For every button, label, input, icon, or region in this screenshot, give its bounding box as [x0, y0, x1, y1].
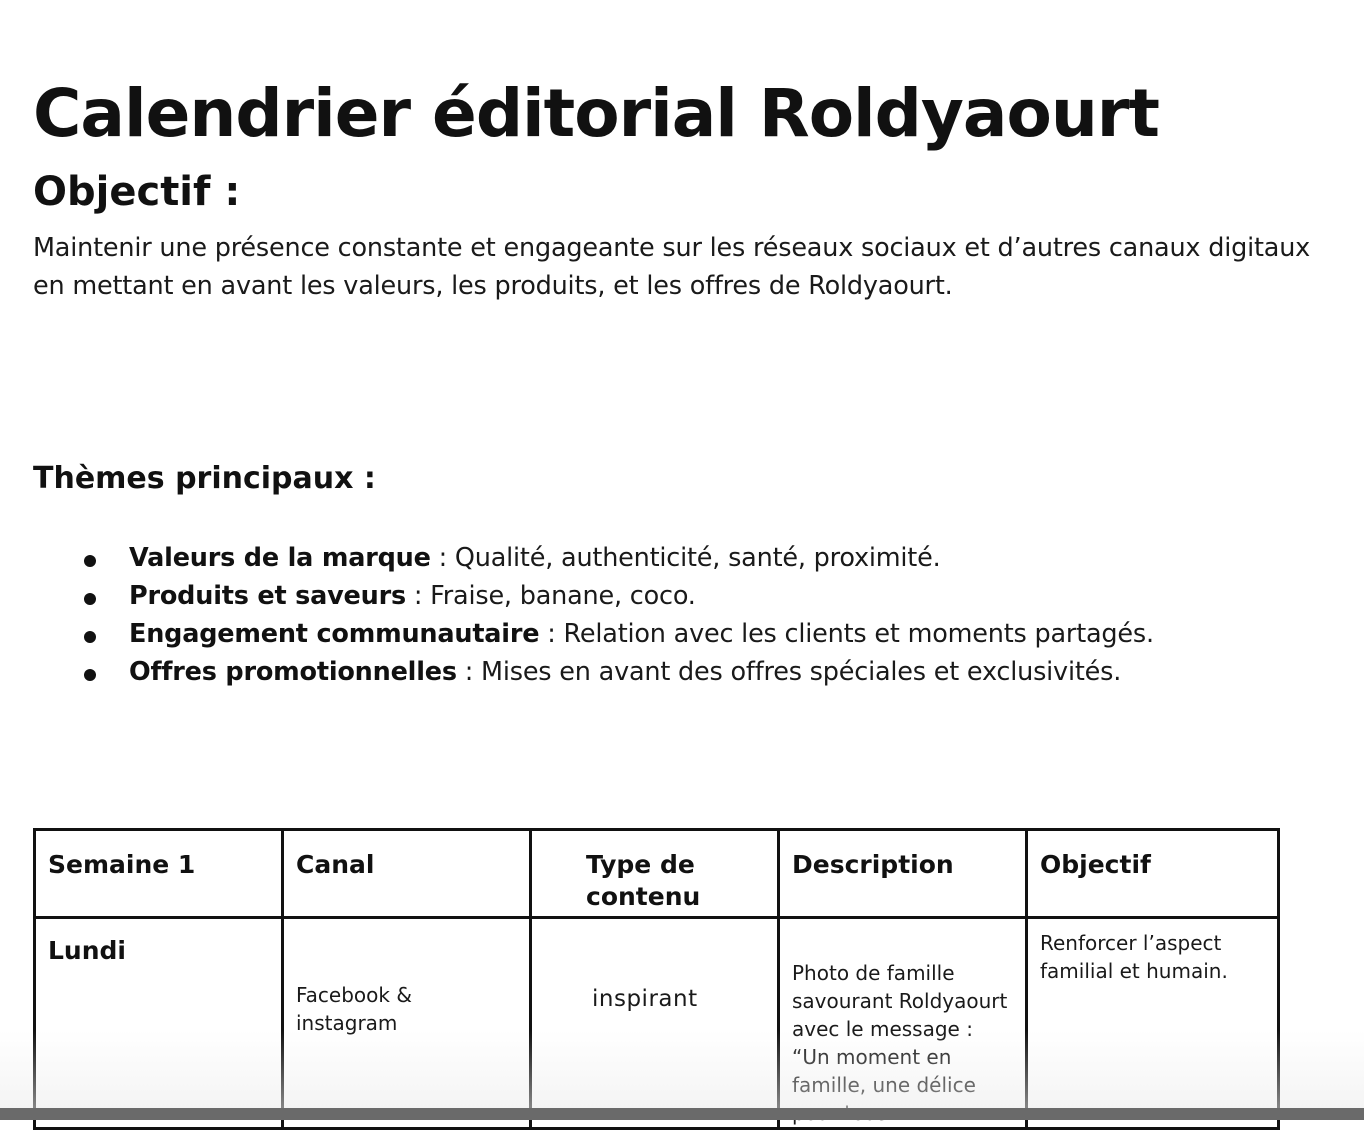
theme-item: Offres promotionnelles : Mises en avant … [0, 653, 1154, 691]
theme-text: : Qualité, authenticité, santé, proximit… [430, 543, 941, 573]
objective-text: Maintenir une présence constante et enga… [33, 233, 1311, 301]
theme-label: Engagement communautaire [129, 619, 540, 649]
table-row: Lundi Facebook & instagram inspirant Pho… [33, 916, 1280, 1130]
theme-text: : Fraise, banane, coco. [405, 581, 696, 611]
theme-label: Produits et saveurs [129, 581, 406, 611]
header-description: Description [777, 828, 1028, 919]
theme-text: : Mises en avant des offres spéciales et… [456, 657, 1122, 687]
theme-label: Offres promotionnelles [129, 657, 457, 687]
cell-objective: Renforcer l’aspect familial et humain. [1025, 916, 1280, 1130]
objective-heading: Objectif : [33, 169, 241, 215]
theme-item: Valeurs de la marque : Qualité, authenti… [0, 539, 1154, 577]
table-header-row: Semaine 1 Canal Type de contenu Descript… [33, 828, 1280, 919]
bullet-icon [84, 555, 96, 567]
theme-item: Produits et saveurs : Fraise, banane, co… [0, 577, 1154, 615]
bullet-icon [84, 593, 96, 605]
themes-list: Valeurs de la marque : Qualité, authenti… [0, 539, 1154, 691]
theme-item: Engagement communautaire : Relation avec… [0, 615, 1154, 653]
theme-text: : Relation avec les clients et moments p… [539, 619, 1154, 649]
bottom-edge-bar [0, 1108, 1364, 1120]
header-content-type: Type de contenu [529, 828, 780, 919]
document-page: Calendrier éditorial Roldyaourt Objectif… [0, 0, 1364, 1130]
header-objective: Objectif [1025, 828, 1280, 919]
cell-day: Lundi [33, 916, 284, 1130]
header-week: Semaine 1 [33, 828, 284, 919]
cell-content-type: inspirant [529, 916, 780, 1130]
cell-description: Photo de famille savourant Roldyaourt av… [777, 916, 1028, 1130]
bullet-icon [84, 631, 96, 643]
theme-label: Valeurs de la marque [129, 543, 431, 573]
document-title: Calendrier éditorial Roldyaourt [33, 75, 1160, 152]
header-canal: Canal [281, 828, 532, 919]
cell-canal: Facebook & instagram [281, 916, 532, 1130]
editorial-calendar-table: Semaine 1 Canal Type de contenu Descript… [33, 828, 1280, 1130]
bullet-icon [84, 669, 96, 681]
themes-heading: Thèmes principaux : [33, 461, 376, 496]
